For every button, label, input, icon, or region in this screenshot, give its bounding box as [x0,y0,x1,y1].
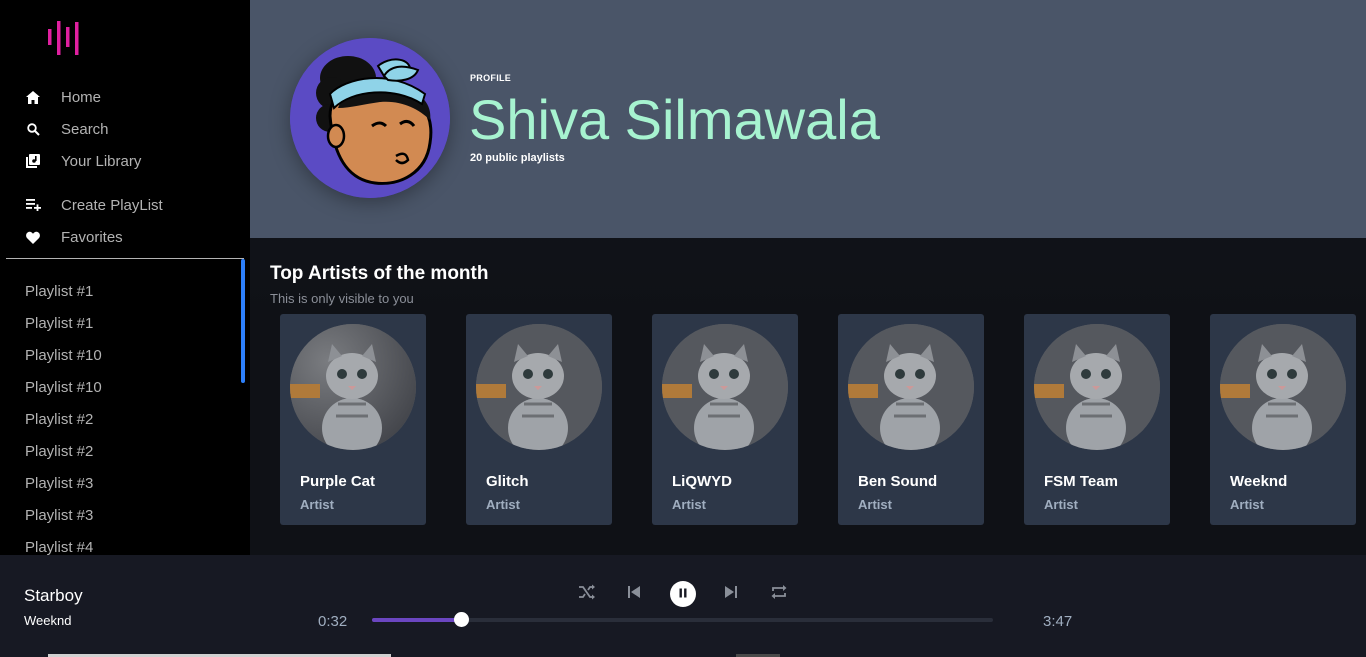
top-artists-subtitle: This is only visible to you [270,291,414,306]
current-time: 0:32 [318,613,348,630]
playlist-item[interactable]: Playlist #3 [25,507,93,524]
artist-card[interactable]: Purple Cat Artist [280,314,426,525]
repeat-button[interactable] [767,582,791,606]
playlist-item[interactable]: Playlist #3 [25,475,93,492]
nav-create-playlist[interactable]: Create PlayList [0,191,250,219]
previous-button[interactable] [622,582,646,606]
artist-image [476,324,602,450]
skip-next-icon [724,585,738,604]
add-playlist-icon [25,197,41,213]
library-icon [25,153,41,169]
artist-image [1034,324,1160,450]
main-content: PROFILE Shiva Silmawala 20 public playli… [250,0,1366,555]
artist-name: Glitch [486,473,529,490]
now-playing-title[interactable]: Starboy [24,586,83,606]
artist-image [1220,324,1346,450]
profile-header: PROFILE Shiva Silmawala 20 public playli… [250,0,1366,238]
artist-image [290,324,416,450]
artist-cards: Purple Cat Artist Glitch Artist LiQWYD A… [280,314,1366,525]
pause-icon [678,585,688,603]
playlist-item[interactable]: Playlist #1 [25,315,93,332]
home-icon [25,89,41,105]
profile-name: Shiva Silmawala [469,88,880,151]
playlist-list: Playlist #1 Playlist #1 Playlist #10 Pla… [0,276,250,555]
progress-fill [372,618,461,622]
playlist-item[interactable]: Playlist #2 [25,411,93,428]
profile-type-label: PROFILE [470,73,512,83]
progress-handle[interactable] [453,612,469,627]
artist-kind: Artist [858,497,892,512]
equalizer-logo-icon[interactable] [46,19,84,57]
artist-image [848,324,974,450]
nav-favorites-label: Favorites [61,228,123,246]
artist-name: LiQWYD [672,473,732,490]
next-button[interactable] [719,582,743,606]
playlist-item[interactable]: Playlist #4 [25,539,93,555]
pause-button[interactable] [670,581,696,607]
artist-card[interactable]: LiQWYD Artist [652,314,798,525]
artist-name: Weeknd [1230,473,1288,490]
nav-home[interactable]: Home [0,83,250,111]
artist-kind: Artist [672,497,706,512]
shuffle-icon [578,584,596,605]
playlist-item[interactable]: Playlist #2 [25,443,93,460]
artist-kind: Artist [1044,497,1078,512]
public-playlists-count[interactable]: 20 public playlists [470,152,565,164]
music-app: Home Search Your Library Create PlayList… [0,0,1366,657]
artist-kind: Artist [486,497,520,512]
artist-card[interactable]: Ben Sound Artist [838,314,984,525]
search-icon [25,121,41,137]
artist-name: FSM Team [1044,473,1118,490]
nav-home-label: Home [61,88,102,106]
total-time: 3:47 [1043,613,1073,630]
artist-image [662,324,788,450]
nav-search[interactable]: Search [0,115,250,143]
progress-bar[interactable] [372,612,993,627]
artist-card[interactable]: Glitch Artist [466,314,612,525]
artist-kind: Artist [1230,497,1264,512]
artist-name: Purple Cat [300,473,376,490]
sidebar-divider [6,258,244,259]
top-artists-title: Top Artists of the month [270,263,489,284]
shuffle-button[interactable] [575,582,599,606]
artist-name: Ben Sound [858,473,938,490]
nav-create-playlist-label: Create PlayList [61,196,163,214]
artist-kind: Artist [300,497,334,512]
player-bar: Starboy Weeknd 0:32 3:47 [0,555,1366,657]
now-playing-artist[interactable]: Weeknd [24,613,71,628]
skip-previous-icon [627,585,641,604]
playlist-item[interactable]: Playlist #10 [25,379,102,396]
playlist-scrollbar[interactable] [241,259,245,383]
playlist-item[interactable]: Playlist #1 [25,283,93,300]
nav-favorites[interactable]: Favorites [0,223,250,251]
playlist-item[interactable]: Playlist #10 [25,347,102,364]
artist-card[interactable]: Weeknd Artist [1210,314,1356,525]
nav-library-label: Your Library [61,152,142,170]
heart-icon [25,229,41,245]
sidebar: Home Search Your Library Create PlayList… [0,0,250,555]
profile-avatar[interactable] [290,38,450,198]
nav-search-label: Search [61,120,109,138]
nav-library[interactable]: Your Library [0,147,250,175]
repeat-icon [770,584,788,605]
artist-card[interactable]: FSM Team Artist [1024,314,1170,525]
